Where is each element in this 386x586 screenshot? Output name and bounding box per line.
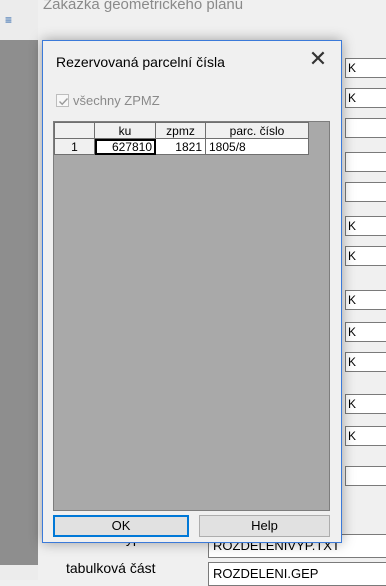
row-index[interactable]: 1 xyxy=(54,138,95,155)
table-header-row: ku zpmz parc. číslo xyxy=(54,122,309,139)
menu-icon[interactable]: ≡ xyxy=(5,14,12,26)
bottom-label-tabulkova: tabulková část xyxy=(66,560,156,576)
ok-button[interactable]: OK xyxy=(53,515,189,537)
cell-parc-cislo[interactable]: 1805/8 xyxy=(205,138,309,155)
header-ku[interactable]: ku xyxy=(94,122,156,139)
background-field[interactable]: K xyxy=(345,426,386,446)
background-field[interactable]: K xyxy=(345,352,386,372)
background-field[interactable] xyxy=(345,182,386,202)
all-zpmz-label: všechny ZPMZ xyxy=(73,92,160,108)
header-row-index[interactable] xyxy=(54,122,95,139)
bottom-field-tabulkova[interactable]: ROZDELENI.GEP xyxy=(208,562,386,586)
background-field[interactable]: K xyxy=(345,322,386,342)
cell-ku[interactable]: 627810 xyxy=(94,138,156,155)
close-icon[interactable]: ✕ xyxy=(303,47,333,73)
background-field[interactable]: K xyxy=(345,58,386,78)
cell-zpmz[interactable]: 1821 xyxy=(155,138,206,155)
background-field[interactable]: K xyxy=(345,290,386,310)
all-zpmz-checkbox-row[interactable]: všechny ZPMZ xyxy=(56,92,160,108)
parcel-grid[interactable]: ku zpmz parc. číslo 1 627810 1821 1805/8 xyxy=(53,121,330,511)
background-field[interactable]: K xyxy=(345,394,386,414)
header-zpmz[interactable]: zpmz xyxy=(155,122,206,139)
background-field[interactable]: K xyxy=(345,88,386,108)
check-icon xyxy=(59,97,69,105)
help-button[interactable]: Help xyxy=(199,515,330,537)
background-field[interactable] xyxy=(345,152,386,172)
background-field[interactable]: K xyxy=(345,216,386,236)
background-panel xyxy=(0,40,38,565)
reserved-parcels-dialog: Rezervovaná parcelní čísla ✕ všechny ZPM… xyxy=(42,40,342,543)
header-parc-cislo[interactable]: parc. číslo xyxy=(205,122,309,139)
table-row[interactable]: 1 627810 1821 1805/8 xyxy=(54,138,309,155)
window-title: Zakázka geometrického plánu xyxy=(43,0,244,13)
background-field[interactable] xyxy=(345,118,386,138)
dialog-title: Rezervovaná parcelní čísla xyxy=(56,54,225,70)
all-zpmz-checkbox[interactable] xyxy=(56,93,69,107)
background-field[interactable] xyxy=(345,466,386,486)
background-field[interactable]: K xyxy=(345,246,386,266)
parcel-table: ku zpmz parc. číslo 1 627810 1821 1805/8 xyxy=(54,122,309,155)
